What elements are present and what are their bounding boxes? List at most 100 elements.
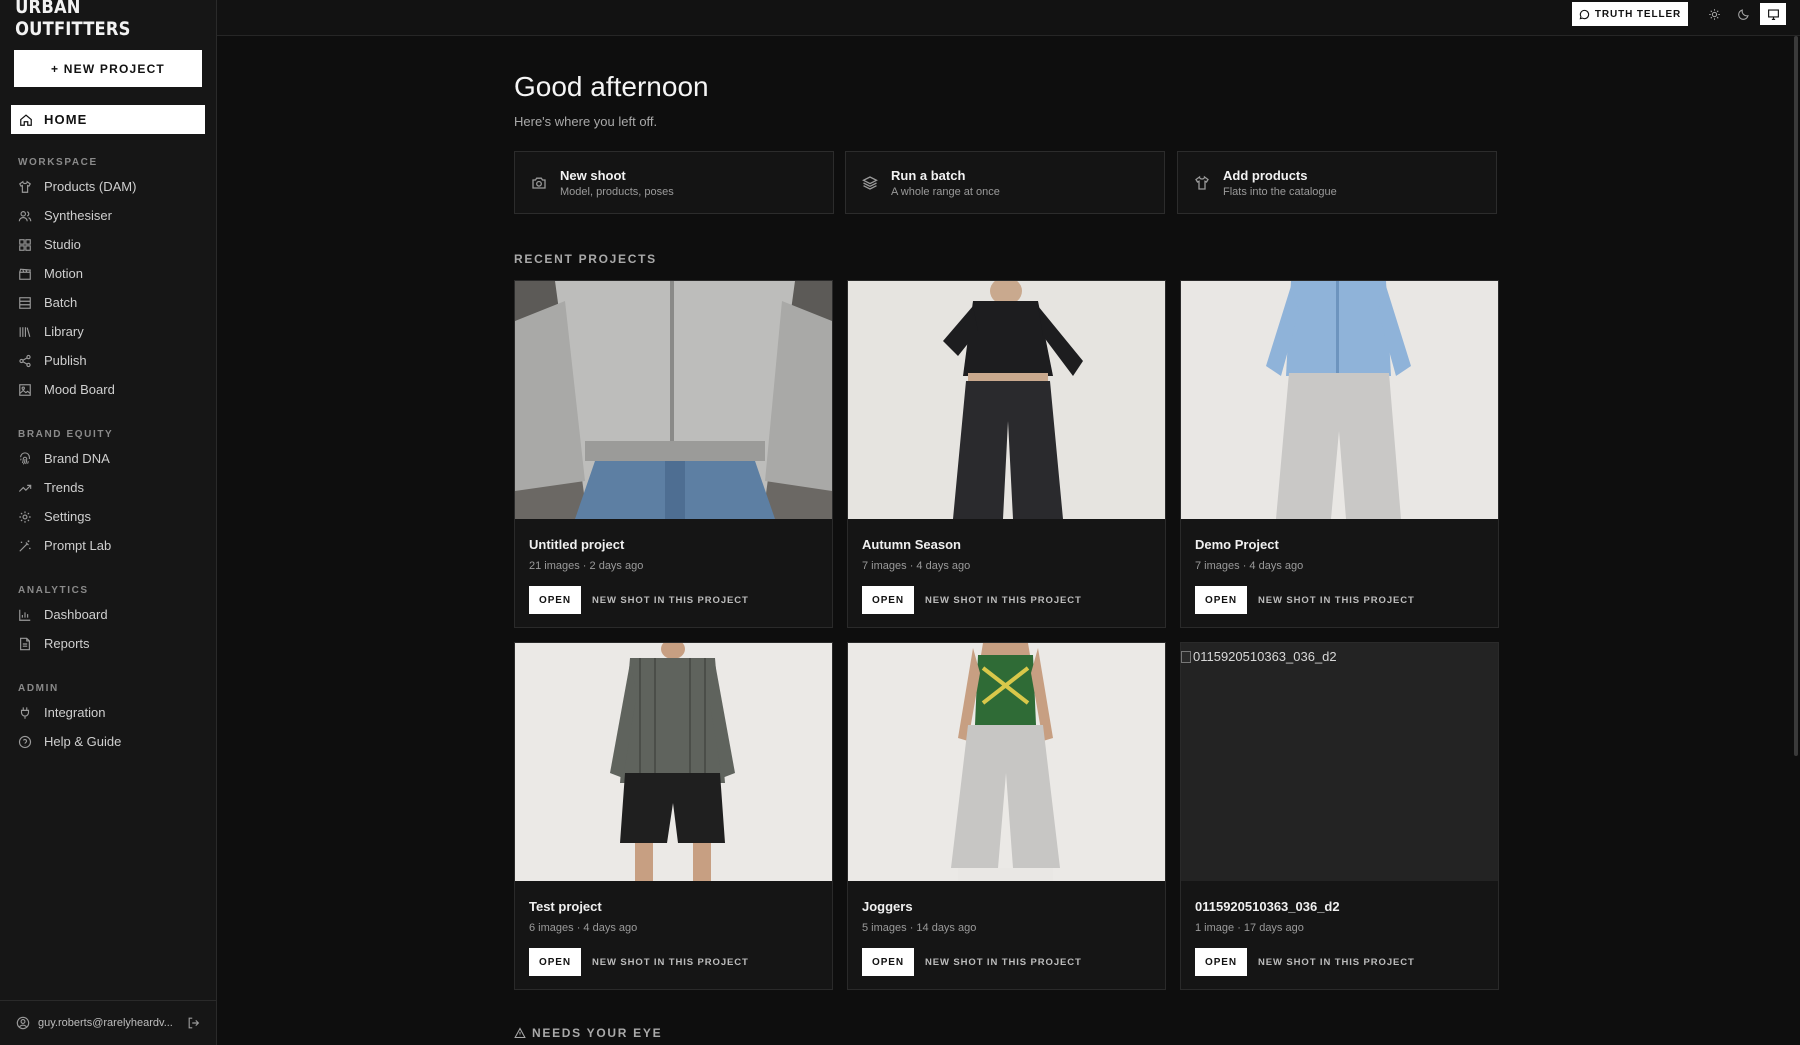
open-project-button[interactable]: OPEN — [529, 948, 581, 976]
quick-action-subtitle: Flats into the catalogue — [1223, 185, 1337, 198]
bar-chart-icon — [18, 608, 32, 622]
sidebar-item-label: Motion — [44, 266, 84, 281]
needs-your-eye-label: NEEDS YOUR EYE — [532, 1026, 663, 1040]
sidebar-item-label: Products (DAM) — [44, 179, 137, 194]
sidebar-item-prompt-lab[interactable]: Prompt Lab — [0, 531, 217, 560]
moon-icon[interactable] — [1730, 3, 1756, 25]
camera-icon — [531, 175, 547, 191]
project-thumbnail[interactable] — [1181, 281, 1498, 519]
shirt-icon — [1194, 175, 1210, 191]
section-title: WORKSPACE — [18, 156, 98, 168]
user-email[interactable]: guy.roberts@rarelyheardv... — [38, 1017, 173, 1029]
project-thumbnail[interactable] — [515, 643, 832, 881]
sidebar-item-synthesiser[interactable]: Synthesiser — [0, 201, 217, 230]
project-card: Test project 6 images · 4 days ago OPEN … — [514, 642, 833, 990]
sidebar-item-publish[interactable]: Publish — [0, 346, 217, 375]
project-thumbnail[interactable]: 0115920510363_036_d2 — [1181, 643, 1498, 881]
layers-icon — [862, 175, 878, 191]
scrollbar[interactable] — [1794, 36, 1798, 756]
broken-image-alt: 0115920510363_036_d2 — [1181, 649, 1337, 664]
open-project-button[interactable]: OPEN — [862, 586, 914, 614]
user-avatar-icon — [16, 1016, 30, 1030]
sidebar-item-label: HOME — [44, 112, 88, 127]
sidebar-item-label: Studio — [44, 237, 81, 252]
project-meta: 5 images · 14 days ago — [862, 922, 977, 934]
sidebar-item-trends[interactable]: Trends — [0, 473, 217, 502]
sidebar-item-label: Reports — [44, 636, 90, 651]
new-shot-link[interactable]: NEW SHOT IN THIS PROJECT — [592, 595, 749, 606]
add-products-card[interactable]: Add products Flats into the catalogue — [1177, 151, 1497, 214]
quick-action-title: New shoot — [560, 167, 626, 183]
project-meta: 6 images · 4 days ago — [529, 922, 638, 934]
project-thumbnail[interactable] — [848, 643, 1165, 881]
sidebar-item-motion[interactable]: Motion — [0, 259, 217, 288]
sidebar-item-dashboard[interactable]: Dashboard — [0, 600, 217, 629]
project-meta: 7 images · 4 days ago — [1195, 560, 1304, 572]
admin-section: ADMIN Integration Help & Guide — [0, 678, 217, 756]
project-card: 0115920510363_036_d2 0115920510363_036_d… — [1180, 642, 1499, 990]
new-shot-link[interactable]: NEW SHOT IN THIS PROJECT — [1258, 595, 1415, 606]
section-title: ANALYTICS — [18, 584, 89, 596]
run-batch-card[interactable]: Run a batch A whole range at once — [845, 151, 1165, 214]
project-card: Demo Project 7 images · 4 days ago OPEN … — [1180, 280, 1499, 628]
new-shot-link[interactable]: NEW SHOT IN THIS PROJECT — [592, 957, 749, 968]
open-project-button[interactable]: OPEN — [1195, 586, 1247, 614]
open-project-button[interactable]: OPEN — [529, 586, 581, 614]
document-icon — [18, 637, 32, 651]
sidebar-item-label: Library — [44, 324, 84, 339]
sidebar-item-batch[interactable]: Batch — [0, 288, 217, 317]
monitor-icon[interactable] — [1760, 3, 1786, 25]
open-project-button[interactable]: OPEN — [862, 948, 914, 976]
project-thumbnail[interactable] — [515, 281, 832, 519]
new-shot-link[interactable]: NEW SHOT IN THIS PROJECT — [925, 957, 1082, 968]
image-icon — [18, 383, 32, 397]
chat-bubble-icon — [1579, 9, 1590, 20]
sidebar-item-label: Dashboard — [44, 607, 108, 622]
project-meta: 21 images · 2 days ago — [529, 560, 644, 572]
greeting-subtitle: Here's where you left off. — [514, 114, 658, 129]
sidebar-item-label: Batch — [44, 295, 78, 310]
sidebar-item-label: Brand DNA — [44, 451, 110, 466]
analytics-section: ANALYTICS Dashboard Reports — [0, 580, 217, 658]
sidebar-item-products[interactable]: Products (DAM) — [0, 172, 217, 201]
sidebar-item-mood-board[interactable]: Mood Board — [0, 375, 217, 404]
project-meta: 1 image · 17 days ago — [1195, 922, 1304, 934]
truth-teller-label: TRUTH TELLER — [1594, 8, 1682, 20]
sidebar-item-settings[interactable]: Settings — [0, 502, 217, 531]
sidebar-item-label: Help & Guide — [44, 734, 122, 749]
sidebar-item-help[interactable]: Help & Guide — [0, 727, 217, 756]
brand-equity-section: BRAND EQUITY Brand DNA Trends Settings P… — [0, 424, 217, 560]
broken-image-alt-text: 0115920510363_036_d2 — [1193, 649, 1337, 664]
sidebar-item-studio[interactable]: Studio — [0, 230, 217, 259]
help-icon — [18, 735, 32, 749]
new-shot-link[interactable]: NEW SHOT IN THIS PROJECT — [925, 595, 1082, 606]
home-icon — [19, 113, 33, 127]
warning-icon — [514, 1027, 526, 1039]
logout-icon[interactable] — [187, 1016, 201, 1030]
sidebar-item-brand-dna[interactable]: Brand DNA — [0, 444, 217, 473]
sidebar-item-library[interactable]: Library — [0, 317, 217, 346]
quick-action-title: Run a batch — [891, 167, 966, 183]
sidebar-item-label: Integration — [44, 705, 106, 720]
trending-icon — [18, 481, 32, 495]
section-title: BRAND EQUITY — [18, 428, 114, 440]
recent-projects-heading: RECENT PROJECTS — [514, 252, 657, 266]
quick-action-subtitle: A whole range at once — [891, 185, 1000, 198]
new-shoot-card[interactable]: New shoot Model, products, poses — [514, 151, 834, 214]
project-title: 0115920510363_036_d2 — [1195, 899, 1340, 914]
truth-teller-button[interactable]: TRUTH TELLER — [1572, 2, 1688, 26]
quick-action-subtitle: Model, products, poses — [560, 185, 674, 198]
new-shot-link[interactable]: NEW SHOT IN THIS PROJECT — [1258, 957, 1415, 968]
new-project-button[interactable]: + NEW PROJECT — [14, 50, 202, 87]
project-title: Test project — [529, 899, 602, 914]
brand-logo: URBAN OUTFITTERS — [15, 0, 131, 40]
project-thumbnail[interactable] — [848, 281, 1165, 519]
sidebar-item-label: Publish — [44, 353, 87, 368]
sun-icon[interactable] — [1701, 3, 1727, 25]
sidebar-item-reports[interactable]: Reports — [0, 629, 217, 658]
sidebar-item-integration[interactable]: Integration — [0, 698, 217, 727]
project-title: Demo Project — [1195, 537, 1279, 552]
greeting-heading: Good afternoon — [514, 71, 709, 102]
sidebar-item-home[interactable]: HOME — [11, 105, 205, 134]
open-project-button[interactable]: OPEN — [1195, 948, 1247, 976]
